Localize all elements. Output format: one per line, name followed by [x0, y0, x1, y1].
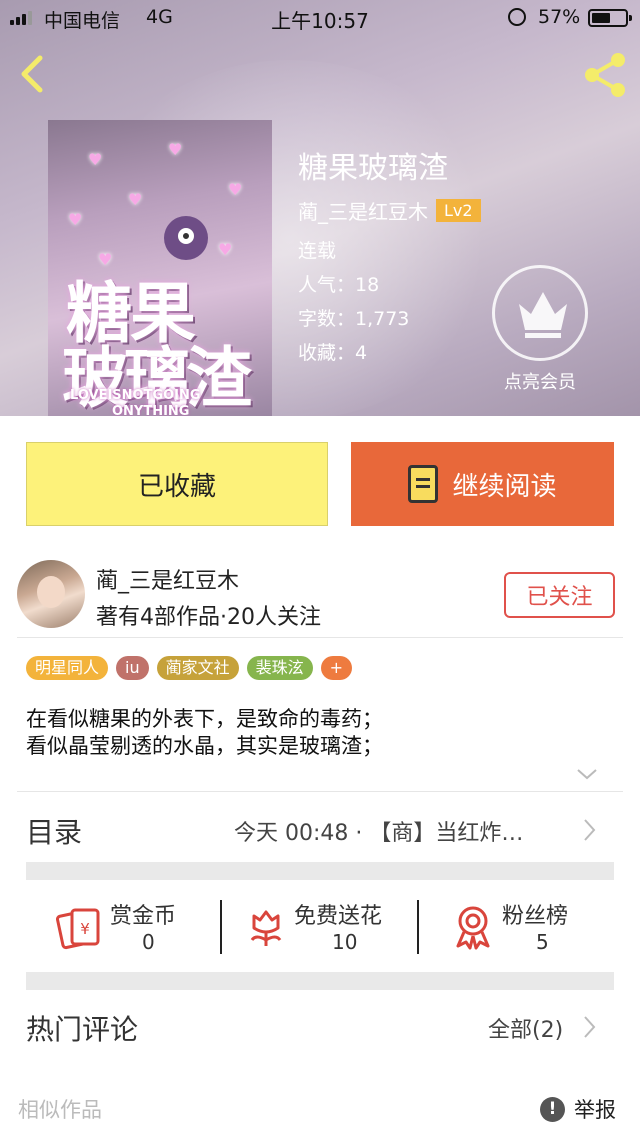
tag-list: 明星同人 iu 蔺家文社 裴珠泫 +	[26, 656, 353, 680]
status-bar: 中国电信 4G 上午10:57 57%	[0, 0, 640, 36]
warning-icon: !	[540, 1097, 565, 1122]
chevron-down-icon	[577, 769, 597, 780]
follow-button[interactable]: 已关注	[504, 572, 615, 618]
add-tag-button[interactable]: +	[320, 656, 353, 680]
stat-label: 粉丝榜	[502, 904, 569, 929]
share-icon	[585, 53, 625, 97]
tag[interactable]: iu	[116, 656, 149, 680]
collect-button[interactable]: 已收藏	[26, 442, 328, 526]
cover-subtitle-line1: LOVEISNOTGOING	[70, 388, 201, 403]
continue-reading-button[interactable]: 继续阅读	[351, 442, 614, 526]
book-cover[interactable]: ♥ ♥ ♥ ♥ ♥ ♥ ♥ 糖果 玻璃渣 LOVEISNOTGOING ONYT…	[48, 120, 272, 416]
book-status: 连载	[298, 240, 337, 262]
alarm-icon	[508, 8, 526, 26]
battery-percent: 57%	[538, 6, 581, 28]
stat-value: 10	[332, 930, 358, 954]
share-button[interactable]	[580, 50, 630, 100]
hot-comments-label: 热门评论	[26, 1013, 139, 1046]
stat-value: 0	[142, 930, 155, 954]
vertical-divider	[417, 900, 419, 954]
divider	[17, 637, 623, 638]
chevron-left-icon	[21, 55, 43, 93]
chevron-right-icon[interactable]	[582, 1015, 596, 1039]
stat-value: 5	[536, 930, 549, 954]
book-author[interactable]: 蔺_三是红豆木	[298, 196, 428, 225]
expand-description-button[interactable]	[576, 766, 598, 785]
heart-icon: ♥	[128, 190, 143, 209]
book-header: 中国电信 4G 上午10:57 57% ♥ ♥ ♥ ♥ ♥ ♥ ♥ 糖果 玻璃渣…	[0, 0, 640, 416]
stat-label: 赏金币	[110, 904, 177, 929]
crown-icon	[519, 292, 567, 338]
vip-label: 点亮会员	[504, 372, 576, 393]
all-comments-link[interactable]: 全部(2)	[488, 1012, 563, 1044]
similar-works-label[interactable]: 相似作品	[18, 1094, 102, 1124]
chevron-right-icon[interactable]	[582, 818, 596, 842]
tag[interactable]: 明星同人	[26, 656, 109, 680]
stat-label: 免费送花	[294, 904, 383, 929]
toc-latest-chapter[interactable]: 今天 00:48 · 【商】当红炸…	[234, 815, 523, 847]
book-popularity: 人气：18	[298, 274, 380, 296]
divider	[17, 791, 623, 792]
flower-icon	[250, 910, 282, 946]
vip-button[interactable]	[492, 265, 588, 361]
battery-icon	[588, 9, 632, 27]
cover-mascot	[164, 216, 208, 260]
heart-icon: ♥	[68, 210, 83, 229]
description-line: 在看似糖果的外表下，是致命的毒药；	[26, 707, 383, 731]
cover-subtitle-line2: ONYTHING	[112, 404, 190, 416]
svg-text:¥: ¥	[80, 920, 90, 938]
heart-icon: ♥	[168, 140, 183, 159]
back-button[interactable]	[14, 52, 54, 96]
red-envelope-icon: ¥	[56, 908, 100, 950]
section-separator	[26, 972, 614, 990]
tag[interactable]: 裴珠泫	[246, 656, 313, 680]
continue-reading-label: 继续阅读	[452, 471, 557, 502]
vertical-divider	[220, 900, 222, 954]
author-name[interactable]: 蔺_三是红豆木	[96, 563, 239, 595]
description-line: 看似晶莹剔透的水晶，其实是玻璃渣；	[26, 734, 383, 758]
level-badge: Lv2	[436, 199, 481, 222]
ribbon-badge-icon	[456, 906, 490, 950]
heart-icon: ♥	[228, 180, 243, 199]
report-button[interactable]: 举报	[574, 1094, 616, 1124]
book-icon	[408, 465, 439, 503]
heart-icon: ♥	[218, 240, 233, 259]
heart-icon: ♥	[88, 150, 103, 169]
tag[interactable]: 蔺家文社	[156, 656, 239, 680]
book-word-count: 字数：1,773	[298, 308, 410, 330]
author-stats: 著有4部作品·20人关注	[96, 605, 321, 630]
book-favorites: 收藏：4	[298, 342, 368, 364]
book-author-line: 蔺_三是红豆木 Lv2	[298, 196, 481, 225]
author-avatar[interactable]	[17, 560, 85, 628]
toc-label[interactable]: 目录	[26, 811, 82, 851]
book-title: 糖果玻璃渣	[298, 151, 448, 186]
book-description: 在看似糖果的外表下，是致命的毒药； 看似晶莹剔透的水晶，其实是玻璃渣；	[26, 706, 383, 760]
section-separator	[26, 862, 614, 880]
